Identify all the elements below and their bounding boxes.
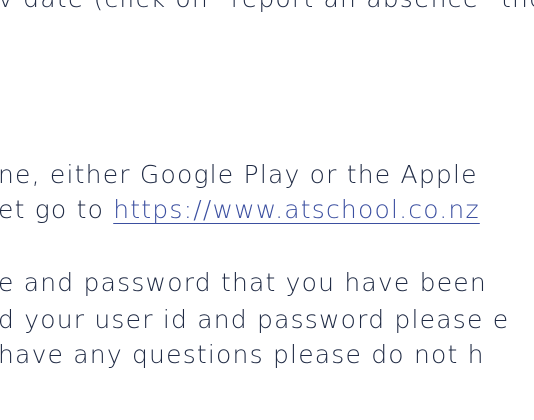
text-line-report-absence: v date (click on "report an absence" the…	[0, 0, 534, 14]
text-line-website: et go to https://www.atschool.co.nz	[0, 195, 480, 225]
text-line-password: e and password that you have been	[0, 268, 487, 297]
document-page: v date (click on "report an absence" the…	[0, 0, 534, 420]
text-line-questions: have any questions please do not h	[0, 340, 485, 369]
website-prefix: et go to	[0, 195, 114, 224]
text-line-user-id: d your user id and password please e	[0, 305, 510, 334]
text-line-app-store: ne, either Google Play or the Apple	[0, 160, 478, 189]
atschool-link[interactable]: https://www.atschool.co.nz	[113, 195, 480, 224]
